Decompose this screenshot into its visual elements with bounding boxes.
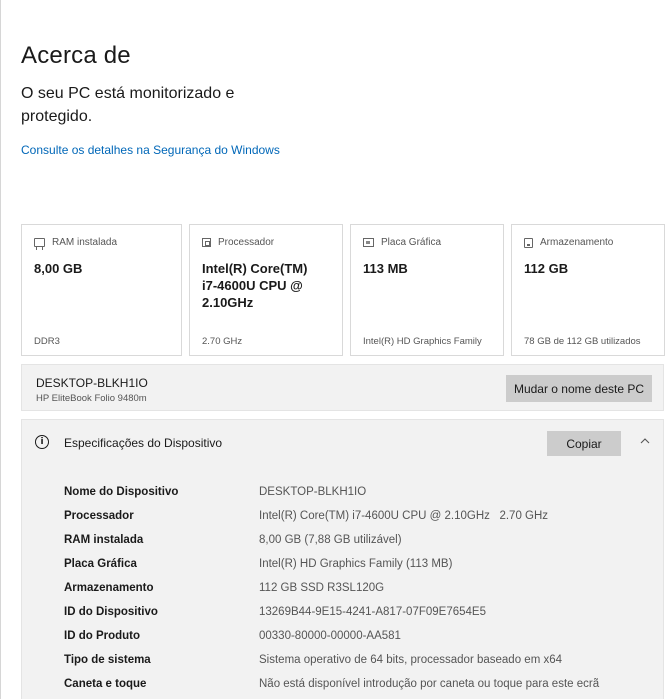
spec-row-storage: Armazenamento 112 GB SSD R3SL120G: [64, 582, 654, 600]
spec-row-ram: RAM instalada 8,00 GB (7,88 GB utilizáve…: [64, 534, 654, 552]
processor-card: Processador Intel(R) Core(TM) i7-4600U C…: [189, 224, 343, 356]
spec-row-processor: Processador Intel(R) Core(TM) i7-4600U C…: [64, 510, 654, 528]
graphics-card-footer: Intel(R) HD Graphics Family: [363, 336, 482, 347]
spec-row-product-id: ID do Produto 00330-80000-00000-AA581: [64, 630, 654, 648]
page-title: Acerca de: [21, 42, 131, 69]
device-name: DESKTOP-BLKH1IO: [36, 376, 148, 390]
processor-icon: [202, 238, 211, 247]
storage-card: Armazenamento 112 GB 78 GB de 112 GB uti…: [511, 224, 665, 356]
processor-card-footer: 2.70 GHz: [202, 336, 243, 347]
spec-value: DESKTOP-BLKH1IO: [259, 486, 367, 498]
spec-value: Sistema operativo de 64 bits, processado…: [259, 654, 563, 666]
window-edge: [0, 0, 1, 699]
spec-value: Não está disponível introdução por canet…: [259, 678, 600, 690]
spec-row-device-id: ID do Dispositivo 13269B44-9E15-4241-A81…: [64, 606, 654, 624]
graphics-card-header: Placa Gráfica: [363, 237, 441, 248]
spec-value: Intel(R) HD Graphics Family (113 MB): [259, 558, 453, 570]
info-icon: i: [35, 435, 49, 449]
spec-label: ID do Dispositivo: [64, 606, 158, 618]
device-specs-title: Especificações do Dispositivo: [64, 436, 223, 450]
spec-label: RAM instalada: [64, 534, 144, 546]
spec-row-pen-touch: Caneta e toque Não está disponível intro…: [64, 678, 654, 696]
device-name-panel: DESKTOP-BLKH1IO HP EliteBook Folio 9480m…: [21, 364, 664, 411]
ram-card-label: RAM instalada: [52, 237, 118, 248]
ram-card: RAM instalada 8,00 GB DDR3: [21, 224, 182, 356]
protection-status-text: O seu PC está monitorizado e protegido.: [21, 85, 235, 125]
device-model: HP EliteBook Folio 9480m: [36, 393, 147, 404]
rename-pc-button[interactable]: Mudar o nome deste PC: [506, 375, 652, 402]
ram-card-value: 8,00 GB: [34, 261, 83, 276]
spec-value: 8,00 GB (7,88 GB utilizável): [259, 534, 402, 546]
spec-value: Intel(R) Core(TM) i7-4600U CPU @ 2.10GHz…: [259, 510, 549, 522]
ram-icon: [34, 238, 45, 249]
spec-row-graphics: Placa Gráfica Intel(R) HD Graphics Famil…: [64, 558, 654, 576]
graphics-card: Placa Gráfica 113 MB Intel(R) HD Graphic…: [350, 224, 504, 356]
device-specs-body: Nome do Dispositivo DESKTOP-BLKH1IO Proc…: [21, 466, 664, 699]
spec-row-device-name: Nome do Dispositivo DESKTOP-BLKH1IO: [64, 486, 654, 504]
storage-card-header: Armazenamento: [524, 237, 613, 248]
spec-label: Armazenamento: [64, 582, 154, 594]
storage-card-value: 112 GB: [524, 261, 569, 276]
chevron-up-icon[interactable]: [640, 436, 650, 446]
device-specs-header[interactable]: i Especificações do Dispositivo Copiar: [21, 419, 664, 466]
spec-value: 00330-80000-00000-AA581: [259, 630, 401, 642]
spec-label: Placa Gráfica: [64, 558, 137, 570]
windows-security-link[interactable]: Consulte os detalhes na Segurança do Win…: [21, 143, 280, 157]
spec-label: Processador: [64, 510, 134, 522]
spec-row-system-type: Tipo de sistema Sistema operativo de 64 …: [64, 654, 654, 672]
processor-card-label: Processador: [218, 237, 275, 248]
graphics-card-label: Placa Gráfica: [381, 237, 442, 248]
spec-label: Caneta e toque: [64, 678, 147, 690]
storage-card-footer: 78 GB de 112 GB utilizados: [524, 336, 641, 347]
processor-card-value: Intel(R) Core(TM) i7-4600U CPU @ 2.10GHz: [202, 261, 308, 310]
storage-card-label: Armazenamento: [540, 237, 614, 248]
spec-label: Nome do Dispositivo: [64, 486, 179, 498]
copy-button[interactable]: Copiar: [547, 431, 621, 456]
graphics-card-value: 113 MB: [363, 261, 408, 276]
ram-card-header: RAM instalada: [34, 237, 118, 249]
ram-card-footer: DDR3: [34, 336, 60, 347]
spec-value: 112 GB SSD R3SL120G: [259, 582, 385, 594]
processor-card-header: Processador: [202, 237, 274, 248]
spec-label: Tipo de sistema: [64, 654, 151, 666]
graphics-card-icon: [363, 238, 374, 247]
spec-value: 13269B44-9E15-4241-A817-07F09E7654E5: [259, 606, 486, 618]
spec-label: ID do Produto: [64, 630, 141, 642]
storage-icon: [524, 237, 533, 248]
